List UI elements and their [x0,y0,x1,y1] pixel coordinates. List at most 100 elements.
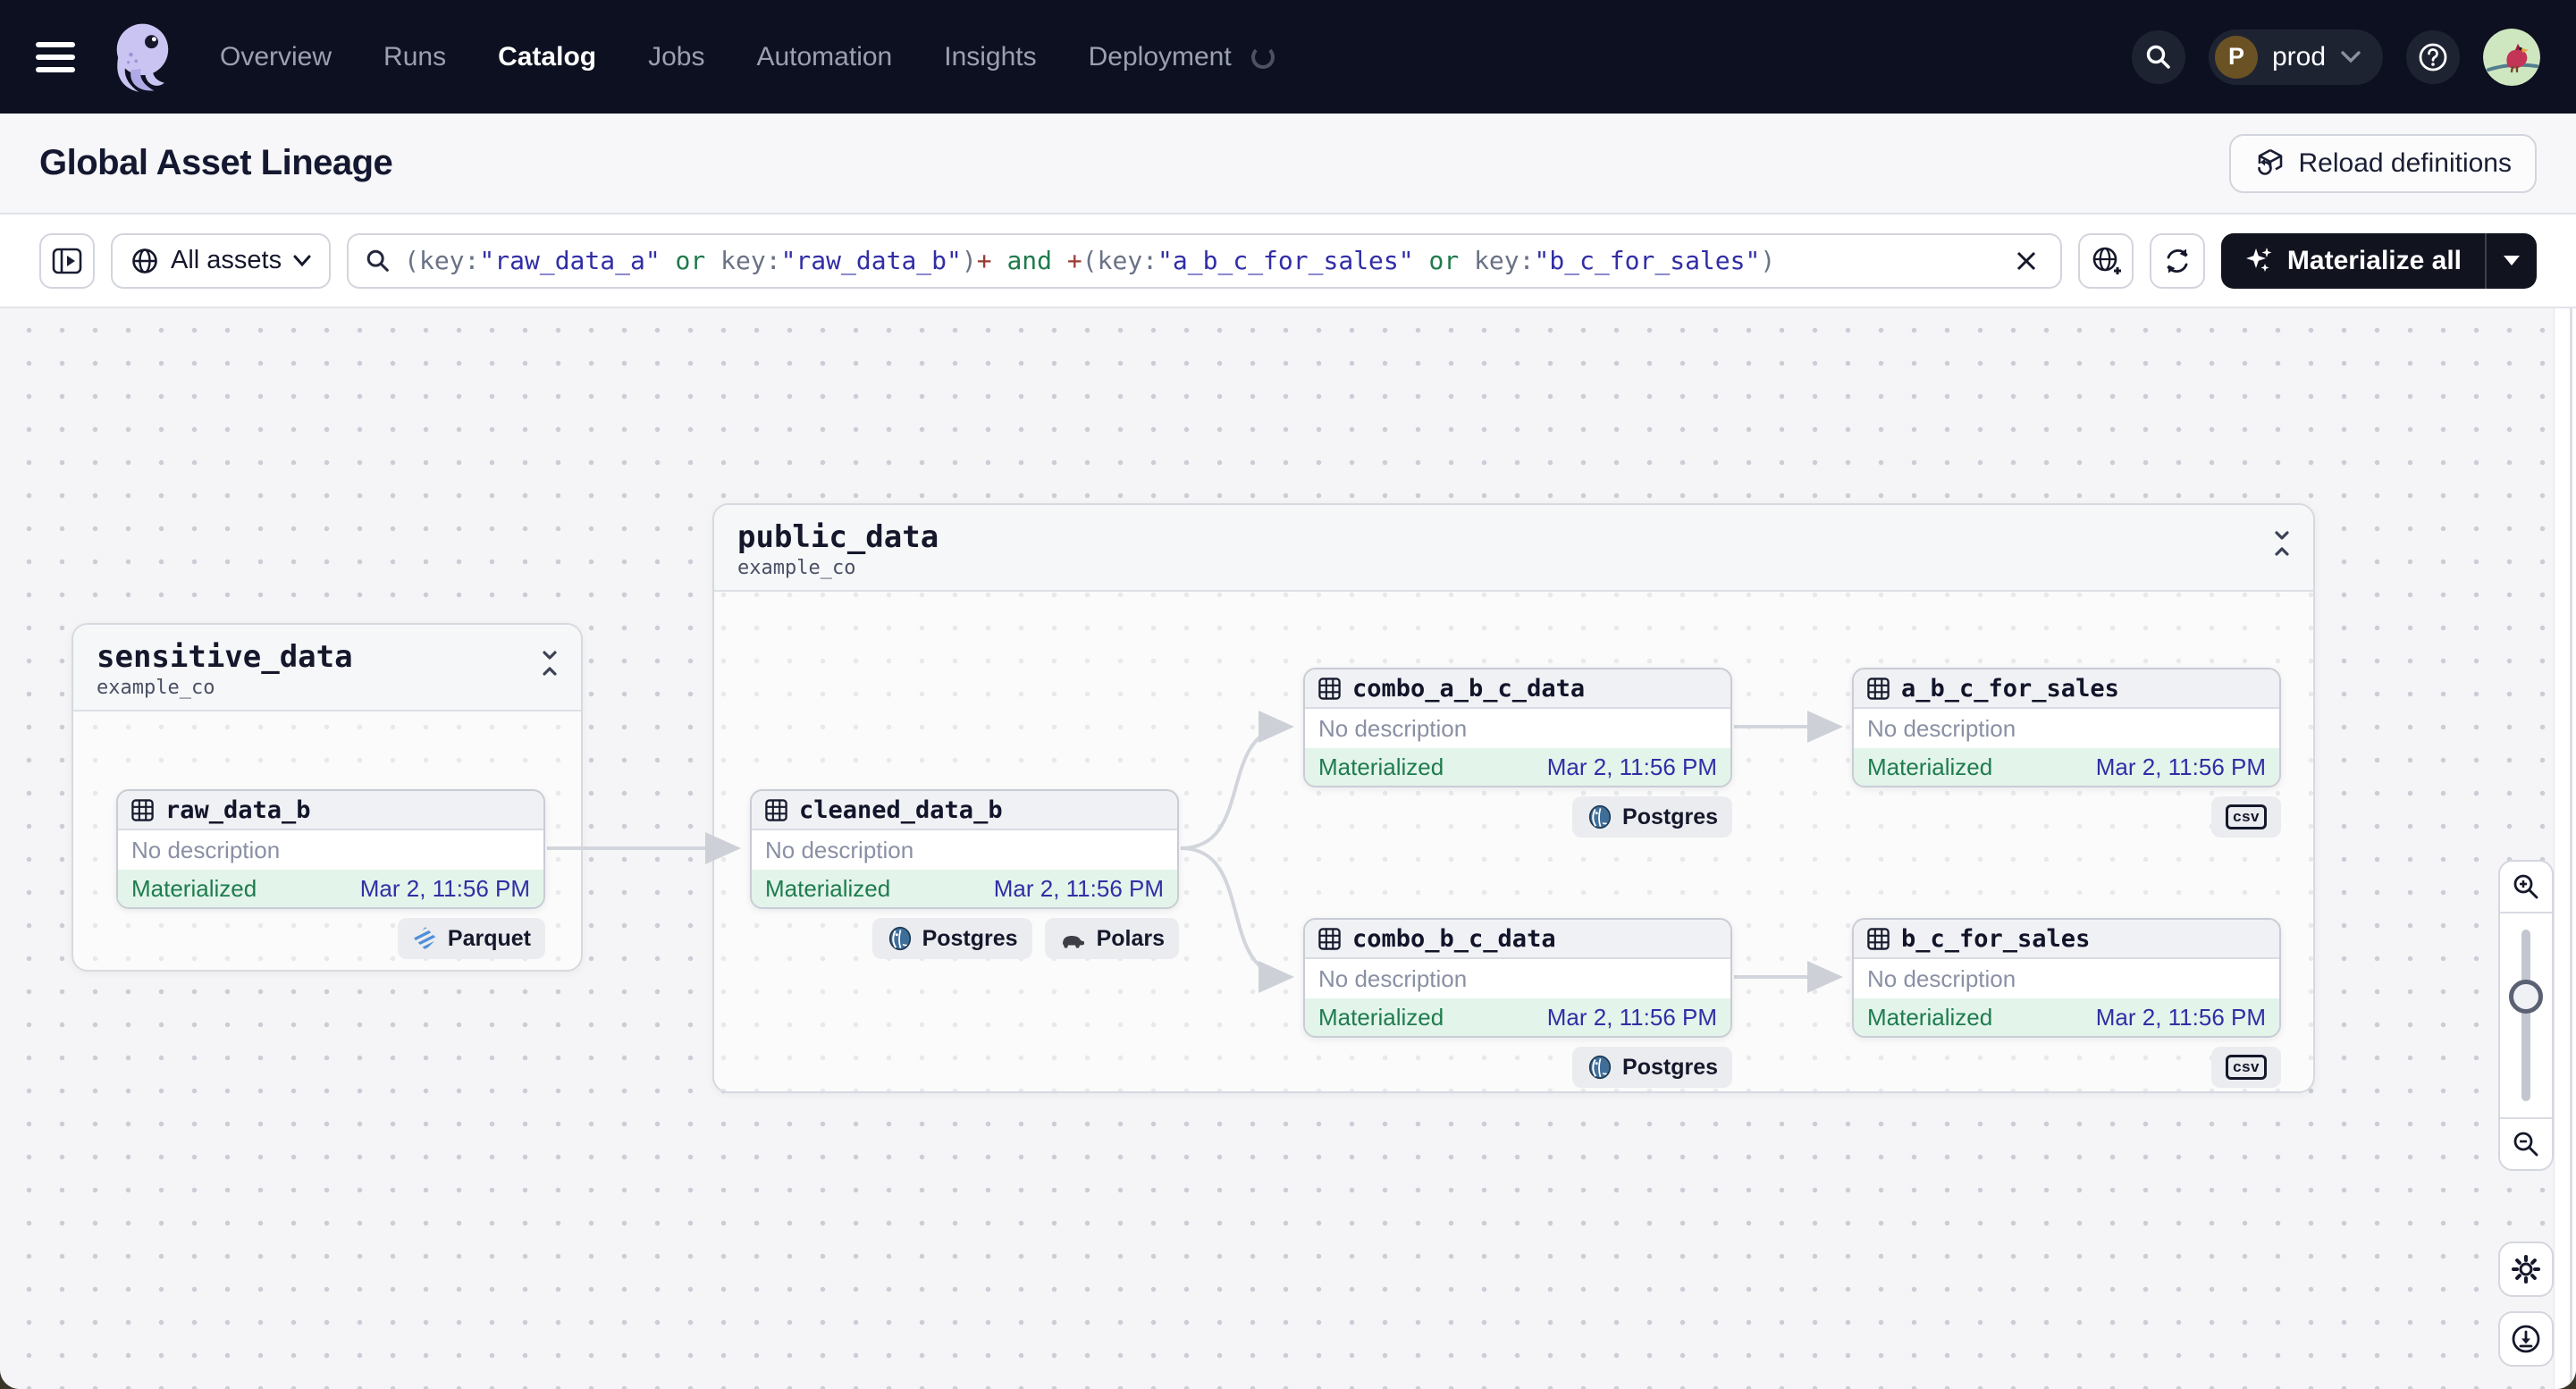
asset-node-header[interactable]: a_b_c_for_sales [1854,669,2279,709]
asset-node-a_b_c_for_sales[interactable]: a_b_c_for_sales No description Materialize… [1852,668,2281,787]
zoom-controls [2498,860,2554,1171]
caret-down-icon [2504,256,2520,265]
table-icon [764,798,788,822]
query-token-value: "a_b_c_for_sales" [1158,246,1414,275]
status-badge: Materialized [1867,1003,1993,1031]
dagster-logo-icon[interactable] [100,16,182,98]
search-icon [2146,45,2170,69]
asset-node-combo_a_b_c_data[interactable]: combo_a_b_c_data No description Materializ… [1303,668,1732,787]
asset-node-header[interactable]: b_c_for_sales [1854,920,2279,959]
asset-name: combo_b_c_data [1352,924,1556,953]
tag-label: Polars [1096,925,1165,951]
main-nav: Overview Runs Catalog Jobs Automation Insight… [220,42,1232,72]
nav-item-automation[interactable]: Automation [756,42,892,72]
panel-expand-icon [52,248,82,274]
nav-item-overview[interactable]: Overview [220,42,332,72]
download-image-button[interactable] [2498,1311,2554,1367]
asset-description: No description [1318,714,1468,742]
chevron-down-icon [2341,50,2361,63]
asset-name: raw_data_b [165,796,311,824]
hamburger-menu-icon[interactable] [36,41,75,72]
materialization-timestamp: Mar 2, 11:56 PM [359,874,530,902]
asset-node-header[interactable]: cleaned_data_b [752,791,1177,830]
status-badge: Materialized [1318,753,1444,780]
query-token-keyword: and [991,246,1067,275]
asset-node-header[interactable]: combo_b_c_data [1305,920,1730,959]
asset-status-row[interactable]: Materialized Mar 2, 11:56 PM [118,870,543,907]
asset-search-input[interactable]: (key:"raw_data_a" or key:"raw_data_b")+ … [347,232,2062,289]
zoom-slider[interactable] [2500,913,2552,1117]
zoom-out-button[interactable] [2500,1117,2552,1169]
zoom-slider-handle[interactable] [2509,980,2543,1014]
asset-status-row[interactable]: Materialized Mar 2, 11:56 PM [1305,998,1730,1036]
search-button[interactable] [2131,29,2185,84]
loading-spinner-icon [1250,45,1275,69]
sparkles-icon [2245,247,2272,272]
reload-definitions-button[interactable]: Reload definitions [2228,133,2537,193]
chevron-down-icon [293,255,311,266]
materialize-all-button[interactable]: Materialize all [2221,233,2485,289]
asset-node-b_c_for_sales[interactable]: b_c_for_sales No description Materialized M… [1852,918,2281,1038]
tag-postgres[interactable]: Postgres [1572,1047,1732,1088]
close-icon [2016,251,2035,270]
tag-parquet[interactable]: Parquet [397,918,545,959]
query-token-plus: + [976,246,992,275]
zoom-slider-track[interactable] [2521,930,2530,1101]
csv-icon: csv [2226,804,2267,829]
status-badge: Materialized [1867,753,1993,780]
asset-tags-row: Postgres Polars [750,918,1179,959]
refresh-button[interactable] [2149,232,2205,289]
help-button[interactable] [2406,29,2460,84]
nav-item-catalog[interactable]: Catalog [498,42,596,72]
asset-status-row[interactable]: Materialized Mar 2, 11:56 PM [1854,748,2279,786]
asset-node-combo_b_c_data[interactable]: combo_b_c_data No description Materialized… [1303,918,1732,1038]
asset-tags-row: Postgres [1303,1047,1732,1088]
tag-polars[interactable]: Polars [1044,918,1179,959]
globe-icon [132,248,157,274]
asset-status-row[interactable]: Materialized Mar 2, 11:56 PM [1854,998,2279,1036]
materialize-options-button[interactable] [2487,233,2537,289]
open-side-panel-button[interactable] [39,232,95,289]
graph-settings-button[interactable] [2498,1242,2554,1297]
zoom-out-icon [2513,1132,2538,1157]
graph-query-button[interactable] [2077,232,2134,289]
tag-postgres[interactable]: Postgres [871,918,1032,959]
tag-csv[interactable]: csv [2211,1047,2281,1088]
asset-name: cleaned_data_b [799,796,1003,824]
topbar-right-cluster: P prod [2131,28,2540,86]
asset-description: No description [1318,964,1468,992]
zoom-in-button[interactable] [2500,862,2552,913]
edge-cleaned_data_b-to-combo_b_c_data [1180,846,1294,993]
user-avatar[interactable] [2483,28,2540,86]
lineage-canvas[interactable]: sensitive_data example_co public_data examp… [0,308,2576,1389]
postgres-icon [1587,804,1613,830]
nav-item-deployment[interactable]: Deployment [1089,42,1232,72]
asset-scope-dropdown[interactable]: All assets [111,232,332,289]
status-badge: Materialized [131,874,257,902]
status-badge: Materialized [765,874,891,902]
tag-csv[interactable]: csv [2211,796,2281,838]
asset-status-row[interactable]: Materialized Mar 2, 11:56 PM [1305,748,1730,786]
postgres-icon [887,925,913,952]
asset-node-header[interactable]: combo_a_b_c_data [1305,669,1730,709]
nav-item-jobs[interactable]: Jobs [648,42,704,72]
asset-description: No description [1867,714,2016,742]
clear-search-button[interactable] [2008,243,2044,279]
table-icon [1317,677,1342,701]
environment-switcher[interactable]: P prod [2208,29,2383,85]
tag-label: Postgres [1622,804,1718,829]
asset-node-cleaned_data_b[interactable]: cleaned_data_b No description Materialized… [750,789,1179,909]
asset-node-raw_data_b[interactable]: raw_data_b No description Materialized Mar … [116,789,545,909]
query-token-plus: + [1066,246,1082,275]
asset-tags-row: Parquet [116,918,545,959]
asset-status-row[interactable]: Materialized Mar 2, 11:56 PM [752,870,1177,907]
nav-item-runs[interactable]: Runs [383,42,446,72]
table-icon [130,798,155,822]
asset-node-header[interactable]: raw_data_b [118,791,543,830]
nav-item-insights[interactable]: Insights [944,42,1036,72]
zoom-in-icon [2513,874,2538,899]
asset-name: combo_a_b_c_data [1352,674,1586,703]
materialize-all-label: Materialize all [2286,245,2462,275]
query-token-punct: ) [961,246,977,275]
tag-postgres[interactable]: Postgres [1572,796,1732,838]
